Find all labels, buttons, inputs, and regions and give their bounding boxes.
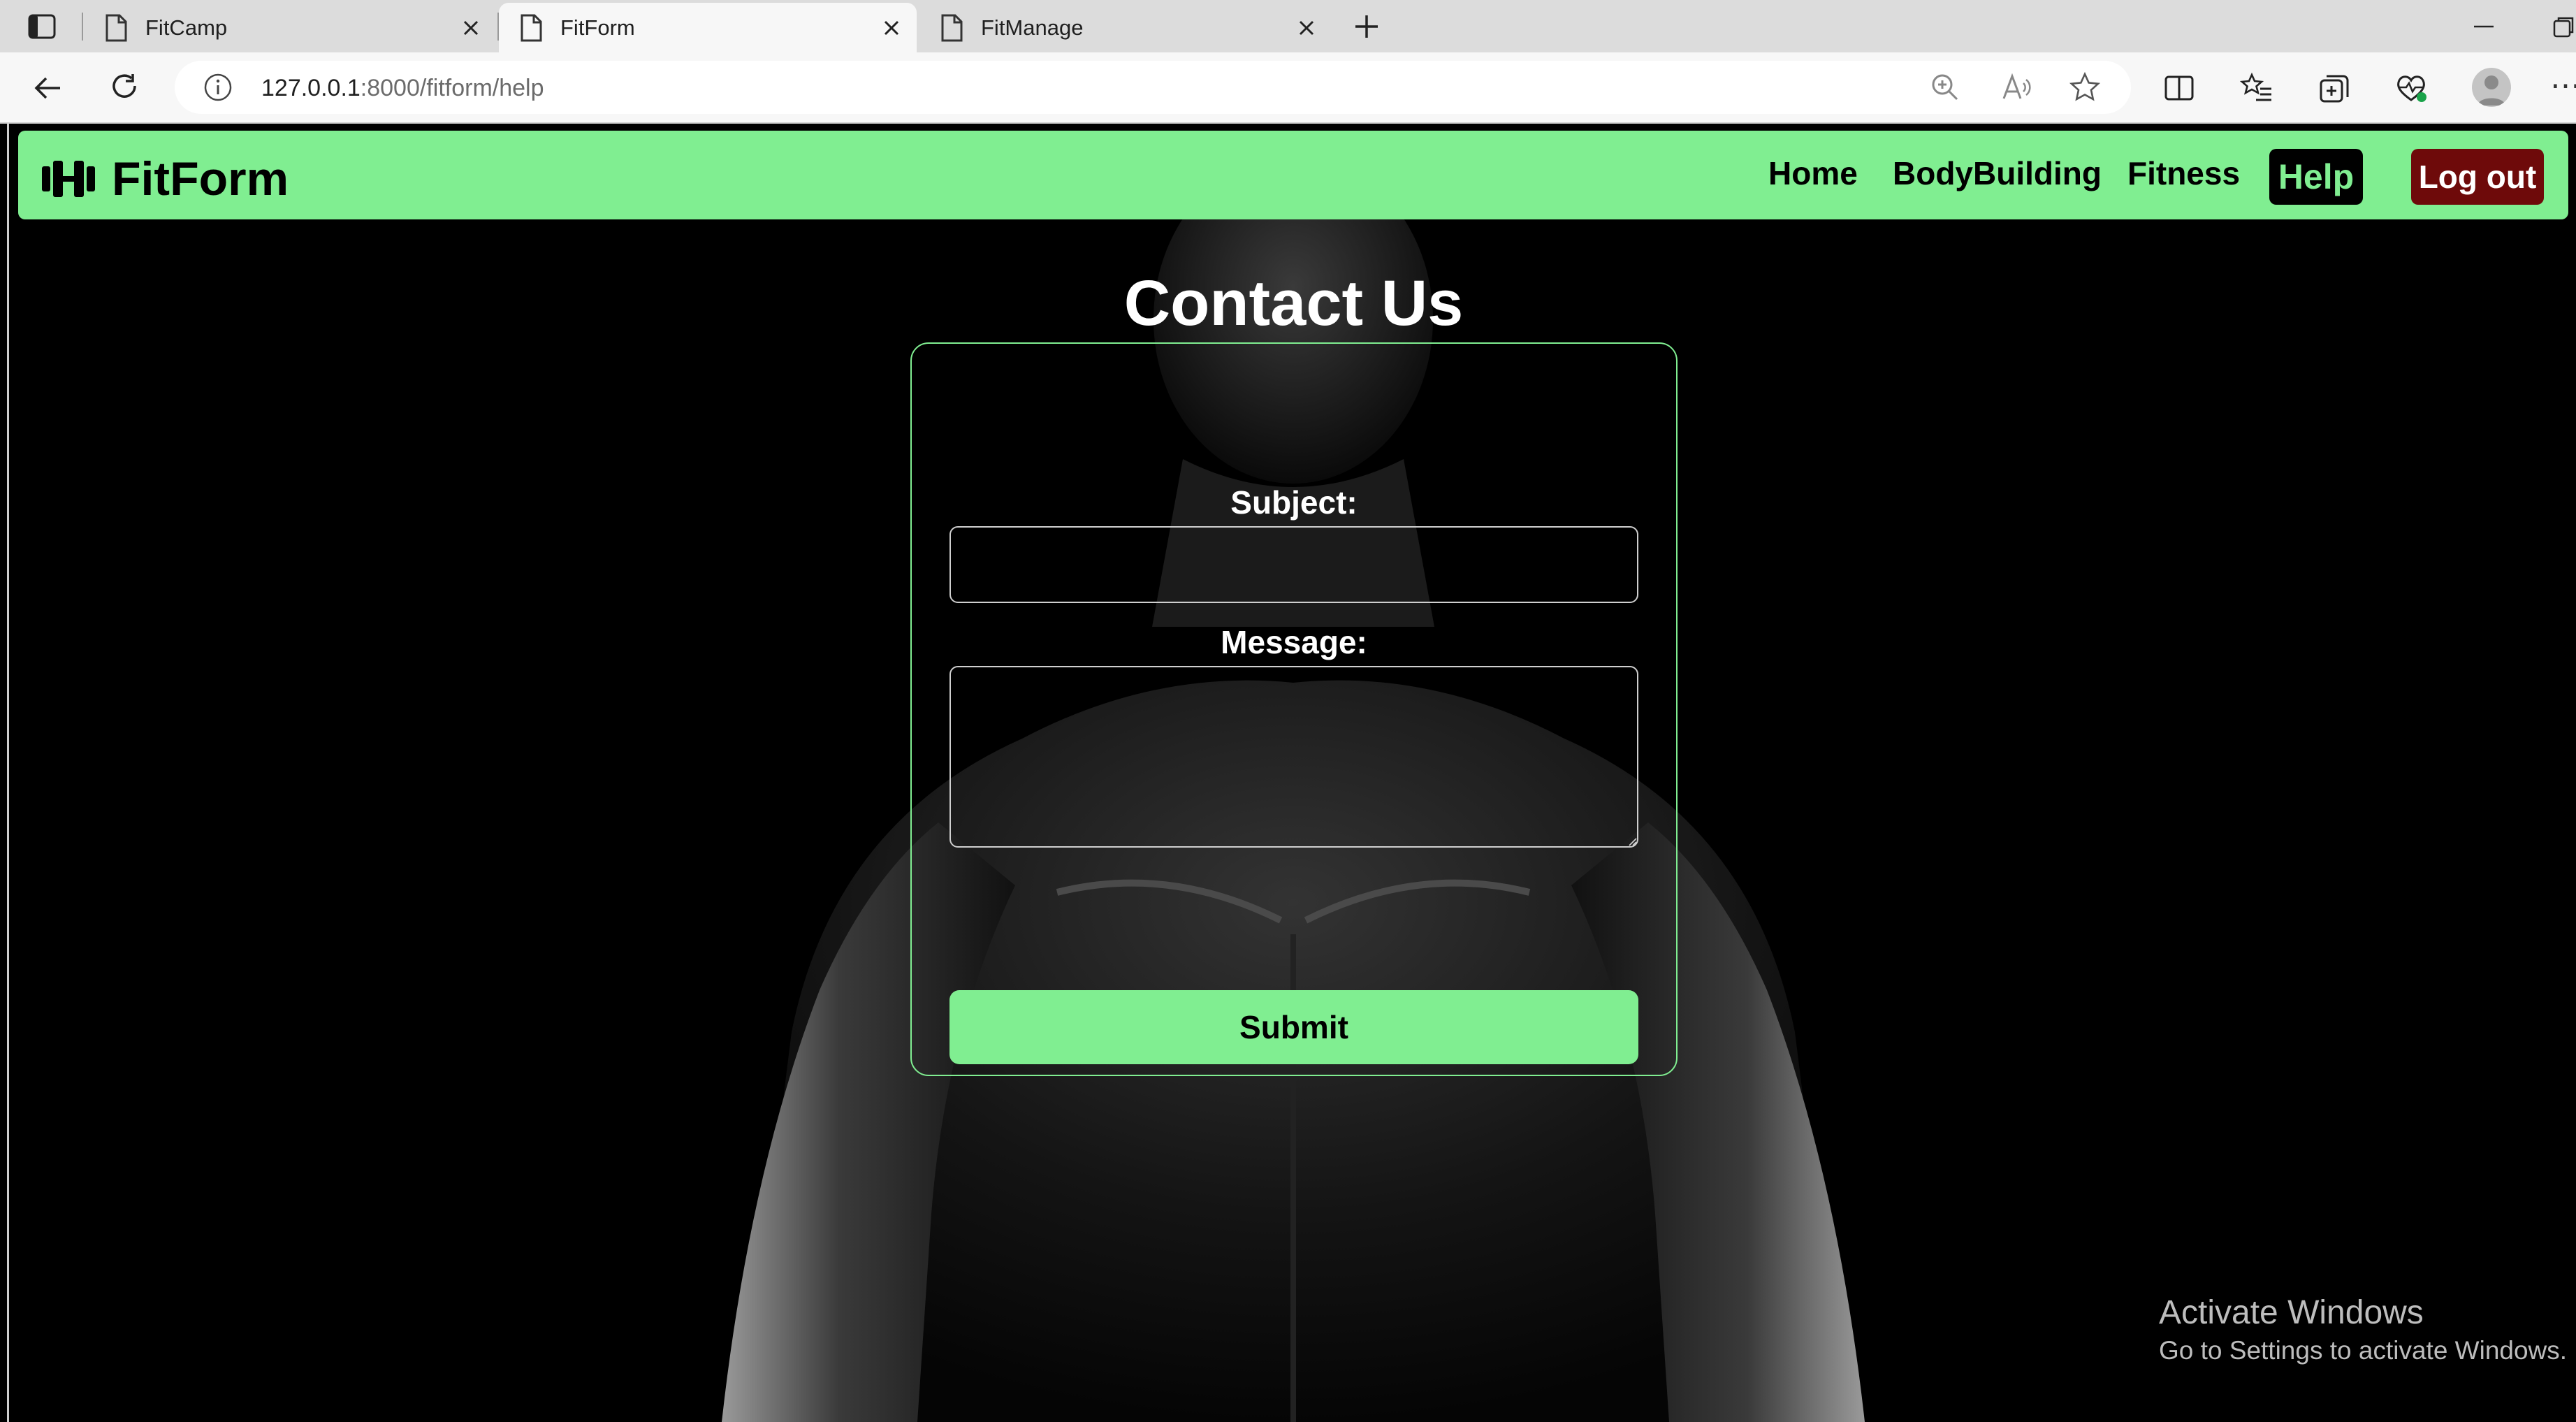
back-arrow-icon[interactable] bbox=[31, 71, 66, 106]
brand-logo[interactable]: FitForm bbox=[39, 152, 289, 206]
watermark-title: Activate Windows bbox=[2159, 1294, 2424, 1331]
message-label: Message: bbox=[1221, 624, 1367, 660]
nav-bodybuilding-link[interactable]: BodyBuilding bbox=[1893, 154, 2102, 192]
url-path: :8000/fitform/help bbox=[360, 75, 544, 101]
collections-icon[interactable] bbox=[2317, 71, 2352, 106]
new-tab-icon[interactable] bbox=[1350, 10, 1383, 43]
tab-fitmanage[interactable]: FitManage bbox=[919, 3, 1332, 52]
page-title: Contact Us bbox=[1123, 268, 1464, 339]
contact-form: Subject: Message: Submit bbox=[910, 342, 1678, 1076]
dumbbell-icon bbox=[42, 161, 95, 197]
minimize-icon[interactable] bbox=[2470, 13, 2498, 41]
tab-fitform[interactable]: FitForm bbox=[499, 3, 917, 52]
windows-activation-watermark: Activate Windows Go to Settings to activ… bbox=[2159, 1293, 2567, 1368]
submit-button[interactable]: Submit bbox=[949, 990, 1638, 1064]
subject-label: Subject: bbox=[1230, 484, 1358, 521]
address-bar[interactable]: 127.0.0.1:8000/fitform/help bbox=[175, 61, 2131, 114]
tab-fitcamp[interactable]: FitCamp bbox=[84, 3, 496, 52]
web-page: FitForm Home BodyBuilding Fitness Help L… bbox=[7, 124, 2576, 1422]
page-icon bbox=[521, 14, 542, 41]
refresh-icon[interactable] bbox=[108, 71, 143, 106]
brand-name: FitForm bbox=[112, 152, 289, 205]
profile-avatar-icon[interactable] bbox=[2472, 68, 2511, 107]
tab-title: FitForm bbox=[560, 15, 635, 40]
split-screen-icon[interactable] bbox=[2162, 71, 2197, 106]
close-icon[interactable] bbox=[879, 15, 904, 41]
zoom-icon[interactable] bbox=[1928, 71, 1962, 104]
page-icon bbox=[941, 14, 963, 41]
more-options-icon[interactable]: ⋯ bbox=[2550, 71, 2576, 101]
favorite-star-icon[interactable] bbox=[2068, 71, 2102, 104]
resize-grip-icon[interactable] bbox=[1626, 835, 1637, 846]
subject-input[interactable] bbox=[949, 526, 1638, 603]
favorites-list-icon[interactable] bbox=[2239, 71, 2274, 106]
browser-address-row: 127.0.0.1:8000/fitform/help ⋯ bbox=[0, 52, 2576, 124]
close-icon[interactable] bbox=[1294, 15, 1319, 41]
page-icon bbox=[105, 14, 127, 41]
nav-help-link[interactable]: Help bbox=[2269, 149, 2363, 205]
browser-tab-bar: FitCamp FitForm FitManage bbox=[0, 0, 2576, 52]
tab-title: FitCamp bbox=[145, 15, 228, 40]
tab-title: FitManage bbox=[981, 15, 1084, 40]
tab-actions-icon[interactable] bbox=[21, 10, 63, 43]
watermark-subtitle: Go to Settings to activate Windows. bbox=[2159, 1336, 2568, 1365]
url-host: 127.0.0.1 bbox=[261, 75, 361, 101]
tab-separator bbox=[82, 13, 83, 41]
health-extension-icon[interactable] bbox=[2394, 71, 2429, 106]
message-textarea[interactable] bbox=[949, 666, 1638, 848]
close-icon[interactable] bbox=[458, 15, 483, 41]
logout-button[interactable]: Log out bbox=[2411, 149, 2544, 205]
restore-icon[interactable] bbox=[2549, 13, 2576, 41]
nav-home-link[interactable]: Home bbox=[1768, 154, 1858, 192]
url-text: 127.0.0.1:8000/fitform/help bbox=[261, 75, 544, 102]
read-aloud-icon[interactable] bbox=[2000, 71, 2033, 104]
site-navbar: FitForm Home BodyBuilding Fitness Help L… bbox=[18, 131, 2568, 219]
nav-fitness-link[interactable]: Fitness bbox=[2127, 154, 2240, 192]
site-info-icon[interactable] bbox=[203, 72, 233, 103]
